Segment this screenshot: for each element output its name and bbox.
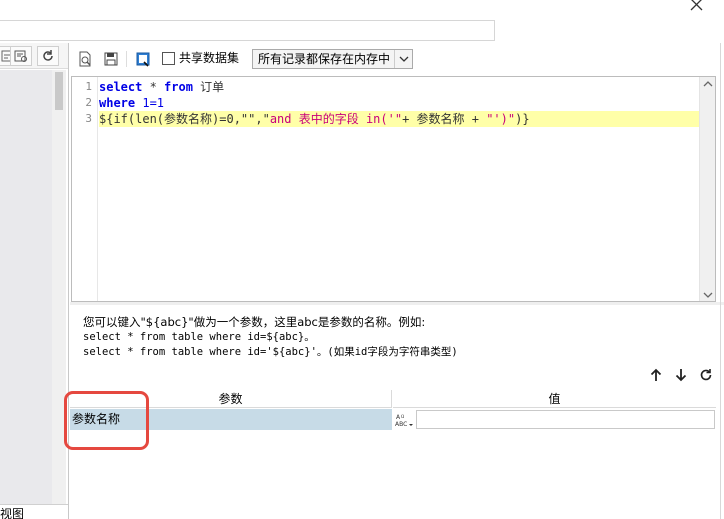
hint-line-2: select * from table where id=${abc}。 bbox=[83, 331, 315, 343]
svg-text:ABC: ABC bbox=[395, 421, 407, 428]
share-dataset-label: 共享数据集 bbox=[179, 51, 240, 65]
string-type-icon[interactable]: A ü ABC bbox=[393, 409, 415, 430]
move-down-icon[interactable] bbox=[673, 367, 689, 383]
code-line-1[interactable]: select * from 订单 bbox=[99, 79, 224, 95]
param-value-input[interactable] bbox=[416, 410, 715, 429]
preview-icon[interactable] bbox=[76, 50, 94, 68]
left-toolbar bbox=[0, 43, 68, 69]
hint-line-3: select * from table where id='${abc}'。(如… bbox=[83, 346, 458, 358]
right-border bbox=[720, 43, 721, 519]
hint-line-1: 您可以键入"${abc}"做为一个参数，这里abc是参数的名称。例如: bbox=[83, 315, 426, 329]
code-token: and 表中的字段 in('" bbox=[269, 112, 403, 126]
line-number: 1 bbox=[85, 80, 92, 93]
left-panel: 视图 bbox=[0, 43, 69, 519]
code-token: from bbox=[164, 80, 193, 94]
save-icon[interactable] bbox=[102, 50, 120, 68]
refresh-icon[interactable] bbox=[37, 46, 59, 66]
dataset-name-input[interactable] bbox=[0, 20, 495, 41]
memory-mode-value: 所有记录都保存在内存中 bbox=[258, 52, 391, 66]
sql-preview-icon[interactable] bbox=[10, 46, 32, 66]
left-scrollbar[interactable] bbox=[52, 70, 66, 519]
export-icon[interactable] bbox=[134, 50, 152, 68]
parameter-table: 参数 值 参数名称 A ü ABC bbox=[70, 390, 716, 430]
line-number-gutter: 1 2 3 bbox=[72, 77, 98, 301]
share-dataset-checkbox[interactable] bbox=[162, 52, 175, 65]
scroll-up-icon bbox=[703, 81, 713, 87]
code-token: "')" bbox=[486, 112, 516, 126]
move-up-icon[interactable] bbox=[648, 367, 664, 383]
memory-mode-select[interactable]: 所有记录都保存在内存中 bbox=[252, 49, 413, 69]
line-number: 3 bbox=[85, 112, 92, 125]
code-token: ${if(len(参数名称)=0,""," bbox=[99, 112, 270, 126]
code-token: * bbox=[142, 80, 165, 94]
chevron-down-icon[interactable] bbox=[394, 50, 412, 68]
sql-editor[interactable]: 1 2 3 select * from 订单 where 1=1 ${if(le… bbox=[71, 76, 716, 302]
scroll-down-icon bbox=[703, 292, 713, 298]
code-token: 1=1 bbox=[135, 96, 165, 110]
column-header-value: 值 bbox=[393, 390, 716, 408]
table-tree[interactable] bbox=[0, 70, 52, 519]
main-toolbar: 共享数据集 所有记录都保存在内存中 bbox=[70, 43, 724, 75]
editor-scrollbar[interactable] bbox=[699, 77, 715, 301]
svg-text:ü: ü bbox=[401, 414, 404, 420]
refresh-params-icon[interactable] bbox=[698, 367, 714, 383]
line-number: 2 bbox=[85, 96, 92, 109]
code-token: where bbox=[99, 96, 136, 110]
code-token: 订单 bbox=[192, 80, 225, 94]
code-line-2[interactable]: where 1=1 bbox=[99, 95, 164, 111]
annotation-highlight-box bbox=[64, 391, 149, 450]
code-token: )} bbox=[515, 112, 530, 126]
view-tab[interactable]: 视图 bbox=[0, 504, 68, 519]
code-line-3[interactable]: ${if(len(参数名称)=0,"","and 表中的字段 in('"+ 参数… bbox=[99, 111, 699, 127]
editor-splitter[interactable] bbox=[70, 302, 724, 305]
code-token: + 参数名称 + bbox=[402, 112, 487, 126]
close-icon[interactable] bbox=[686, 0, 708, 14]
toolbar-separator bbox=[126, 51, 127, 67]
code-token: select bbox=[99, 80, 143, 94]
